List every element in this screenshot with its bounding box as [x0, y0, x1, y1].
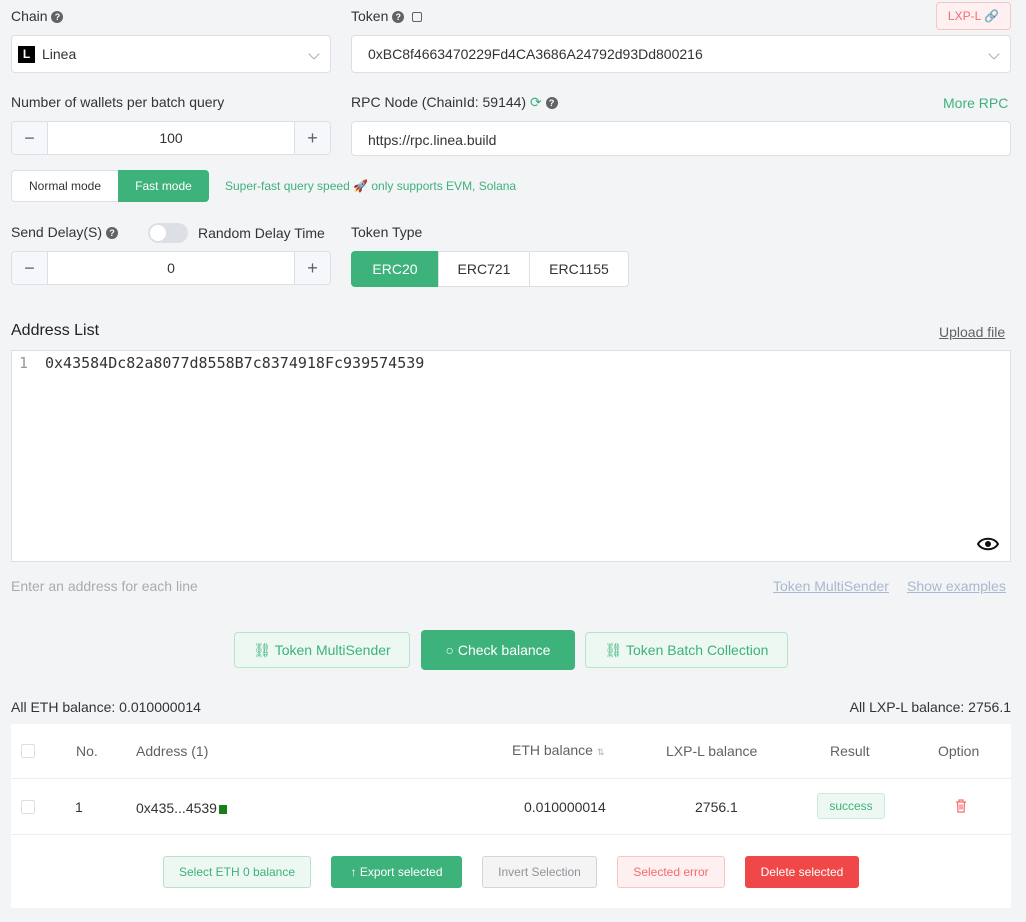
send-delay-label: Send Delay(S) ? [11, 224, 118, 240]
help-icon[interactable]: ? [545, 97, 558, 110]
chevron-down-icon [308, 48, 320, 60]
token-type-label: Token Type [351, 224, 423, 240]
export-selected-button[interactable]: ↑ Export selected [331, 856, 462, 888]
rpc-value: https://rpc.linea.build [368, 132, 497, 148]
token-balance-summary: All LXP-L balance: 2756.1 [849, 699, 1011, 715]
mode-hint: Super-fast query speed 🚀 only supports E… [225, 179, 517, 193]
switch-knob [150, 225, 166, 241]
chain-value: Linea [42, 46, 77, 62]
row-checkbox[interactable] [21, 800, 35, 814]
decrement-button[interactable]: − [12, 122, 48, 154]
normal-mode-button[interactable]: Normal mode [11, 170, 119, 202]
invert-selection-button[interactable]: Invert Selection [482, 856, 597, 888]
address-line[interactable]: 0x43584Dc82a8077d8558B7c8374918Fc9395745… [45, 354, 424, 372]
row-eth-balance: 0.010000014 [524, 799, 606, 815]
select-eth-zero-button[interactable]: Select ETH 0 balance [163, 856, 311, 888]
chevron-down-icon [988, 48, 1000, 60]
table-header: No. Address (1) ETH balance ⇅ LXP-L bala… [11, 724, 1011, 779]
search-icon: ○ [445, 642, 454, 658]
balance-table: No. Address (1) ETH balance ⇅ LXP-L bala… [11, 724, 1011, 908]
row-no: 1 [75, 799, 83, 815]
select-all-checkbox[interactable] [21, 744, 35, 758]
token-select[interactable]: 0xBC8f4663470229Fd4CA3686A24792d93Dd8002… [351, 35, 1011, 73]
token-value: 0xBC8f4663470229Fd4CA3686A24792d93Dd8002… [368, 46, 703, 62]
status-badge: success [817, 793, 885, 819]
col-option: Option [938, 743, 980, 759]
sort-icon[interactable]: ⇅ [597, 747, 605, 757]
token-batch-collection-button[interactable]: ⛓ Token Batch Collection [585, 632, 788, 668]
rpc-input[interactable]: https://rpc.linea.build [351, 121, 1011, 156]
token-multisender-link[interactable]: Token MultiSender [773, 578, 889, 594]
wallets-per-batch-value[interactable]: 100 [48, 130, 294, 146]
col-no: No. [76, 743, 98, 759]
link-icon: ⛓ [604, 642, 623, 658]
token-badge[interactable]: LXP-L 🔗 [936, 2, 1011, 30]
upload-file-link[interactable]: Upload file [939, 324, 1005, 340]
erc20-option[interactable]: ERC20 [351, 251, 439, 287]
help-icon[interactable]: ? [105, 227, 118, 240]
address-editor[interactable]: 1 0x43584Dc82a8077d8558B7c8374918Fc93957… [11, 350, 1011, 562]
selected-error-button[interactable]: Selected error [617, 856, 725, 888]
refresh-icon[interactable]: ⟳ [530, 94, 542, 110]
check-balance-button[interactable]: ○ Check balance [421, 630, 575, 670]
mode-toggle: Normal mode Fast mode [11, 170, 209, 202]
send-delay-value[interactable]: 0 [48, 260, 294, 276]
decrement-button[interactable]: − [12, 252, 48, 284]
eye-icon[interactable] [977, 535, 999, 553]
erc1155-option[interactable]: ERC1155 [529, 251, 629, 287]
help-icon[interactable]: ? [51, 11, 64, 24]
trash-icon[interactable] [955, 799, 967, 813]
row-address: 0x435...4539 [136, 800, 227, 816]
col-result: Result [830, 743, 870, 759]
wallets-per-batch-stepper[interactable]: − 100 + [11, 121, 331, 155]
col-eth-balance[interactable]: ETH balance ⇅ [512, 742, 604, 758]
increment-button[interactable]: + [294, 122, 330, 154]
line-number: 1 [19, 354, 29, 372]
increment-button[interactable]: + [294, 252, 330, 284]
random-delay-switch[interactable] [148, 223, 188, 243]
copy-icon[interactable] [218, 804, 227, 814]
chain-logo-icon: L [18, 46, 35, 63]
upload-icon: ↑ [350, 865, 357, 879]
erc721-option[interactable]: ERC721 [438, 251, 530, 287]
rpc-label: RPC Node (ChainId: 59144) ⟳ ? [351, 94, 558, 111]
eth-balance-summary: All ETH balance: 0.010000014 [11, 699, 201, 715]
delete-selected-button[interactable]: Delete selected [745, 856, 859, 888]
fast-mode-button[interactable]: Fast mode [118, 170, 209, 202]
more-rpc-link[interactable]: More RPC [943, 95, 1008, 111]
row-token-balance: 2756.1 [695, 799, 738, 815]
table-row: 1 0x435...4539 0.010000014 2756.1 succes… [11, 779, 1011, 835]
send-delay-stepper[interactable]: − 0 + [11, 251, 331, 285]
help-icon[interactable]: ? [392, 11, 405, 24]
col-token-balance: LXP-L balance [666, 743, 758, 759]
token-multisender-button[interactable]: ⛓ Token MultiSender [234, 632, 410, 668]
wallets-per-batch-label: Number of wallets per batch query [11, 94, 225, 110]
random-delay-label: Random Delay Time [198, 225, 325, 241]
col-address: Address (1) [136, 743, 209, 759]
address-list-title: Address List [11, 322, 100, 339]
token-type-group: ERC20 ERC721 ERC1155 [351, 251, 629, 287]
chain-label: Chain ? [11, 8, 64, 24]
show-examples-link[interactable]: Show examples [907, 578, 1006, 594]
copy-icon[interactable] [412, 12, 423, 23]
link-icon: 🔗 [984, 9, 1000, 23]
link-icon: ⛓ [253, 642, 272, 658]
chain-select[interactable]: L Linea [11, 35, 331, 73]
address-placeholder: Enter an address for each line [11, 578, 198, 594]
token-label: Token ? [351, 8, 423, 24]
